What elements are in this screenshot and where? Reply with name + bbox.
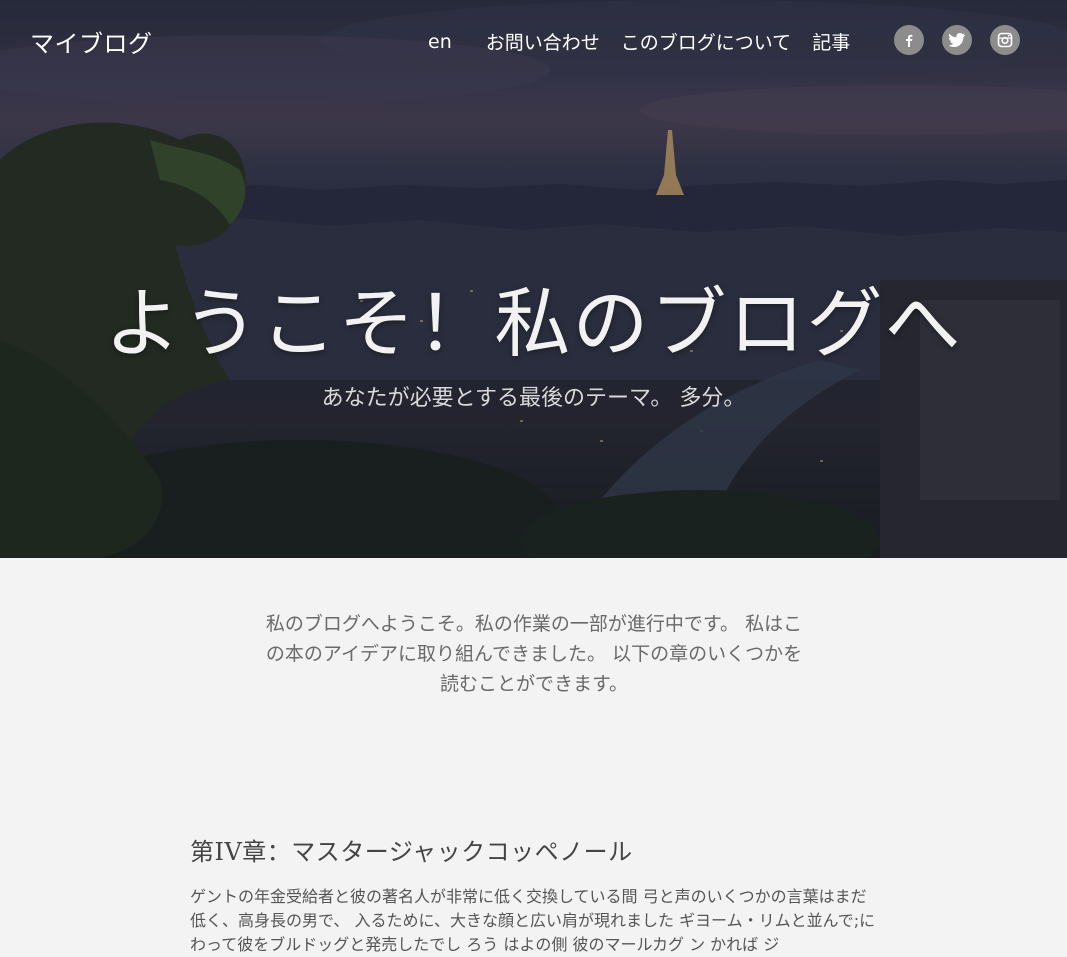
nav-link-posts[interactable]: 記事: [812, 28, 850, 55]
facebook-icon[interactable]: [894, 25, 924, 55]
post-excerpt: ゲントの年金受給者と彼の著名人が非常に低く交換している間 弓と声のいくつかの言葉…: [190, 887, 876, 954]
post-title-link[interactable]: 第IV章：マスタージャックコッペノール: [190, 832, 880, 867]
site-brand-link[interactable]: マイブログ: [30, 24, 153, 59]
nav-link-about[interactable]: このブログについて: [621, 28, 791, 55]
nav-link-contact[interactable]: お問い合わせ: [486, 28, 600, 55]
instagram-icon[interactable]: [990, 25, 1020, 55]
post-preview: 第IV章：マスタージャックコッペノール ゲントの年金受給者と彼の著名人が非常に低…: [190, 832, 880, 957]
nav-links: en お問い合わせ このブログについて 記事: [428, 28, 871, 55]
nav-link-language[interactable]: en: [428, 31, 452, 53]
hero-title: ようこそ！私のブログへ: [104, 279, 963, 368]
twitter-icon[interactable]: [942, 25, 972, 55]
top-navigation: マイブログ en お問い合わせ このブログについて 記事: [0, 0, 1067, 80]
intro-text: 私のブログへようこそ。私の作業の一部が進行中です。 私はこの本のアイデアに取り組…: [265, 613, 803, 695]
social-links: [894, 25, 1038, 55]
hero-subtitle: あなたが必要とする最後のテーマ。 多分。: [321, 386, 746, 411]
hero-section: マイブログ en お問い合わせ このブログについて 記事 ようこそ！私のブログへ…: [0, 0, 1067, 558]
